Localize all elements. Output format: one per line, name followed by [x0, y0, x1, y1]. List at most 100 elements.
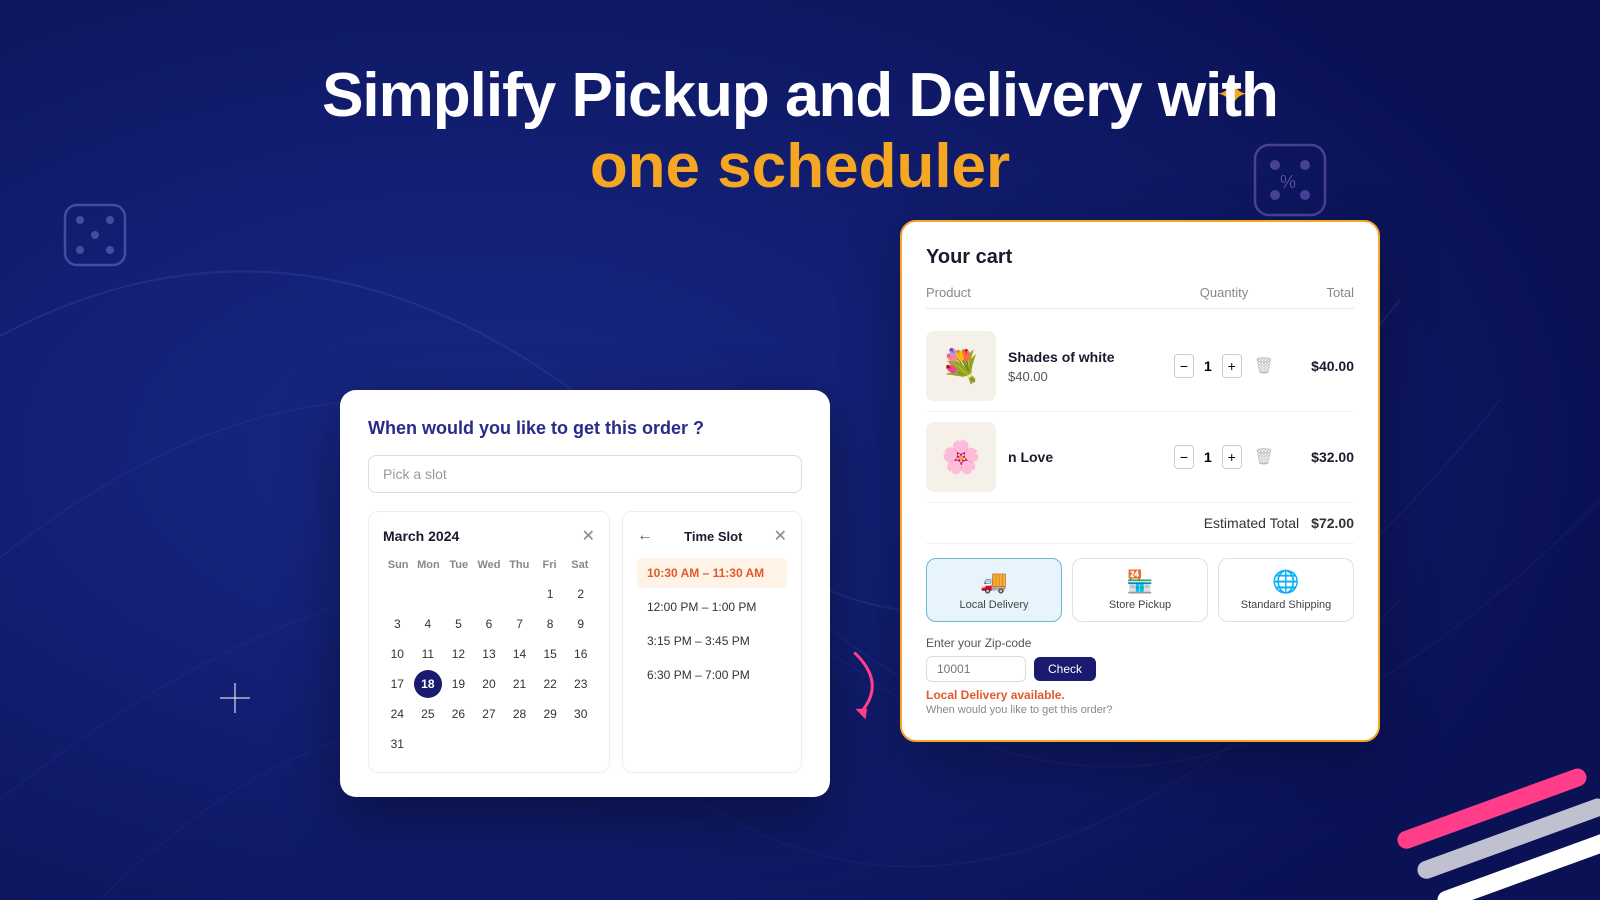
calendar-grid: 1234567891011121314151617181920212223242…	[383, 580, 595, 758]
cal-day-29[interactable]: 29	[536, 700, 564, 728]
scheduler-panel: When would you like to get this order ? …	[340, 390, 830, 797]
cal-day-8[interactable]: 8	[536, 610, 564, 638]
crosshair-icon	[220, 683, 250, 720]
cal-day-empty	[444, 730, 472, 758]
calendar-header: March 2024 ✕	[383, 526, 595, 546]
cart-item-2-delete-icon[interactable]: 🗑	[1254, 447, 1274, 467]
check-button[interactable]: Check	[1034, 657, 1096, 681]
day-header-thu: Thu	[504, 556, 534, 574]
cal-day-24[interactable]: 24	[383, 700, 411, 728]
cal-day-10[interactable]: 10	[383, 640, 411, 668]
cart-table-header: Product Quantity Total	[926, 285, 1354, 309]
cal-day-22[interactable]: 22	[536, 670, 564, 698]
estimated-total-value: $72.00	[1311, 515, 1354, 531]
zipcode-input[interactable]	[926, 656, 1026, 682]
timeslot-close-button[interactable]: ✕	[774, 526, 787, 546]
cart-item-1-info: Shades of white $40.00	[1008, 349, 1174, 384]
cart-item-2-qty-increase[interactable]: +	[1222, 445, 1242, 469]
local-delivery-icon: 🚚	[935, 569, 1053, 595]
cal-day-1[interactable]: 1	[536, 580, 564, 608]
cal-day-30[interactable]: 30	[567, 700, 595, 728]
delivery-options: 🚚 Local Delivery 🏪 Store Pickup 🌐 Standa…	[926, 558, 1354, 622]
cal-day-empty	[414, 580, 442, 608]
cart-item-1-qty-control: − 1 + 🗑	[1174, 354, 1274, 378]
zipcode-row: Check	[926, 656, 1354, 682]
cal-day-12[interactable]: 12	[444, 640, 472, 668]
scheduler-title: When would you like to get this order ?	[368, 418, 802, 439]
cart-item-1-qty-value: 1	[1200, 358, 1216, 374]
timeslot-header: ← Time Slot ✕	[637, 526, 787, 546]
cal-day-17[interactable]: 17	[383, 670, 411, 698]
timeslot-item-2[interactable]: 12:00 PM – 1:00 PM	[637, 592, 787, 622]
cal-day-26[interactable]: 26	[444, 700, 472, 728]
timeslot-item-4[interactable]: 6:30 PM – 7:00 PM	[637, 660, 787, 690]
day-header-sun: Sun	[383, 556, 413, 574]
cal-day-25[interactable]: 25	[414, 700, 442, 728]
cal-day-18[interactable]: 18	[414, 670, 442, 698]
cal-day-13[interactable]: 13	[475, 640, 503, 668]
day-header-tue: Tue	[444, 556, 474, 574]
cart-item-2-qty-value: 1	[1200, 449, 1216, 465]
timeslot-item-1[interactable]: 10:30 AM – 11:30 AM	[637, 558, 787, 588]
cart-panel: Your cart Product Quantity Total 💐 Shade…	[900, 220, 1380, 742]
store-pickup-label: Store Pickup	[1081, 599, 1199, 611]
col-quantity-label: Quantity	[1174, 285, 1274, 300]
cal-day-16[interactable]: 16	[567, 640, 595, 668]
cal-day-7[interactable]: 7	[506, 610, 534, 638]
estimated-total-label: Estimated Total	[1204, 515, 1299, 531]
page-header: Simplify Pickup and Delivery with one sc…	[0, 60, 1600, 203]
cart-item-2-qty-control: − 1 + 🗑	[1174, 445, 1274, 469]
day-header-wed: Wed	[474, 556, 504, 574]
cart-item-1-delete-icon[interactable]: 🗑	[1254, 356, 1274, 376]
cal-day-15[interactable]: 15	[536, 640, 564, 668]
day-header-sat: Sat	[565, 556, 595, 574]
calendar-timeslot-row: March 2024 ✕ Sun Mon Tue Wed Thu Fri Sat…	[368, 511, 802, 773]
cal-day-23[interactable]: 23	[567, 670, 595, 698]
cal-day-21[interactable]: 21	[506, 670, 534, 698]
cal-day-19[interactable]: 19	[444, 670, 472, 698]
cal-day-6[interactable]: 6	[475, 610, 503, 638]
cart-item-2: 🌸 n Love − 1 + 🗑 $32.00	[926, 412, 1354, 503]
local-delivery-label: Local Delivery	[935, 599, 1053, 611]
store-pickup-icon: 🏪	[1081, 569, 1199, 595]
col-total-label: Total	[1274, 285, 1354, 300]
cart-item-1: 💐 Shades of white $40.00 − 1 + 🗑 $40.00	[926, 321, 1354, 412]
cart-item-2-qty-decrease[interactable]: −	[1174, 445, 1194, 469]
cal-day-5[interactable]: 5	[444, 610, 472, 638]
timeslot-back-button[interactable]: ←	[637, 527, 653, 545]
cart-title: Your cart	[926, 246, 1354, 269]
day-header-fri: Fri	[534, 556, 564, 574]
cart-item-1-price: $40.00	[1008, 369, 1174, 384]
zipcode-section: Enter your Zip-code Check Local Delivery…	[926, 636, 1354, 716]
cal-day-4[interactable]: 4	[414, 610, 442, 638]
cart-item-1-qty-increase[interactable]: +	[1222, 354, 1242, 378]
delivery-option-local[interactable]: 🚚 Local Delivery	[926, 558, 1062, 622]
cal-day-14[interactable]: 14	[506, 640, 534, 668]
cart-item-2-name: n Love	[1008, 449, 1174, 465]
timeslot-box: ← Time Slot ✕ 10:30 AM – 11:30 AM 12:00 …	[622, 511, 802, 773]
delivery-option-shipping[interactable]: 🌐 Standard Shipping	[1218, 558, 1354, 622]
zipcode-label: Enter your Zip-code	[926, 636, 1354, 650]
cal-day-11[interactable]: 11	[414, 640, 442, 668]
delivery-option-store[interactable]: 🏪 Store Pickup	[1072, 558, 1208, 622]
header-line1: Simplify Pickup and Delivery with	[0, 60, 1600, 131]
slot-input[interactable]: Pick a slot	[368, 455, 802, 493]
cal-day-28[interactable]: 28	[506, 700, 534, 728]
cal-day-27[interactable]: 27	[475, 700, 503, 728]
timeslot-item-3[interactable]: 3:15 PM – 3:45 PM	[637, 626, 787, 656]
cal-day-3[interactable]: 3	[383, 610, 411, 638]
calendar-close-button[interactable]: ✕	[582, 526, 595, 546]
cal-day-2[interactable]: 2	[567, 580, 595, 608]
cal-day-empty	[444, 580, 472, 608]
cart-item-1-image: 💐	[926, 331, 996, 401]
cart-item-2-image: 🌸	[926, 422, 996, 492]
delivery-available-text: Local Delivery available.	[926, 688, 1354, 702]
cart-item-2-info: n Love	[1008, 449, 1174, 465]
cal-day-9[interactable]: 9	[567, 610, 595, 638]
cal-day-31[interactable]: 31	[383, 730, 411, 758]
cal-day-20[interactable]: 20	[475, 670, 503, 698]
cart-item-1-qty-decrease[interactable]: −	[1174, 354, 1194, 378]
cart-item-1-total: $40.00	[1274, 358, 1354, 374]
cal-day-empty	[475, 580, 503, 608]
header-line2: one scheduler	[0, 131, 1600, 202]
